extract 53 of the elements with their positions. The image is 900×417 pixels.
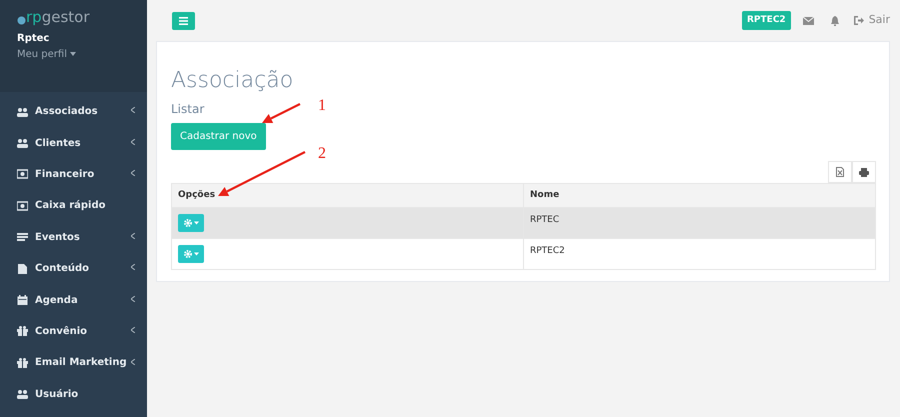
chevron-icon	[131, 170, 135, 176]
sidebar-item[interactable]: Conteúdo	[0, 252, 147, 284]
chevron-icon	[131, 107, 135, 114]
menu-icon	[179, 16, 188, 24]
logo-text: rpgestor	[26, 10, 90, 25]
file-icon	[836, 167, 844, 178]
sidebar-item[interactable]: Convênio	[0, 316, 147, 348]
logout-icon	[854, 16, 864, 25]
printer-icon	[859, 168, 869, 177]
sidebar-item[interactable]: Eventos	[0, 222, 147, 253]
sidebar-item[interactable]: Financeiro	[0, 158, 147, 190]
menu-button[interactable]	[172, 12, 195, 30]
options-dropdown-button[interactable]	[178, 245, 204, 264]
table-cell: RPTEC2	[524, 238, 876, 270]
chevron-icon	[131, 358, 135, 365]
sidebar-item[interactable]: Agenda	[0, 284, 147, 316]
logo-icon	[17, 16, 26, 25]
chevron-icon	[131, 264, 135, 270]
print-button[interactable]	[852, 161, 876, 184]
annotation-label: 1	[318, 97, 326, 114]
file-icon	[17, 264, 28, 274]
money-icon	[17, 169, 28, 180]
annotation-label: 2	[318, 145, 326, 162]
gear-icon	[184, 250, 198, 258]
sidebar-item[interactable]: Email Marketing	[0, 347, 147, 379]
chevron-icon	[131, 233, 135, 240]
money-icon	[17, 200, 28, 211]
user-name: Rptec	[17, 32, 50, 46]
caret-icon	[70, 52, 76, 56]
gear-icon	[184, 219, 198, 228]
users-icon	[17, 106, 28, 117]
column-header: Opções	[172, 184, 524, 208]
profile-link[interactable]: Meu perfil	[17, 49, 76, 60]
chevron-icon	[131, 327, 135, 334]
page-subtitle: Listar	[171, 101, 204, 118]
sidebar-item[interactable]: Associados	[0, 96, 147, 128]
chevron-icon	[131, 296, 135, 302]
page-title: Associação	[171, 68, 294, 94]
calendar-icon	[17, 295, 28, 306]
sidebar-item[interactable]: Caixa rápido	[0, 190, 147, 222]
options-dropdown-button[interactable]	[178, 214, 204, 232]
users-icon	[17, 138, 28, 148]
table-cell: RPTEC	[524, 208, 876, 239]
chevron-icon	[131, 138, 135, 145]
users-icon	[17, 389, 28, 400]
sidebar-item[interactable]: Usuário	[0, 378, 147, 410]
export-excel-button[interactable]	[828, 161, 852, 184]
annotation-arrow	[262, 103, 300, 123]
sidebar-item[interactable]: Clientes	[0, 127, 147, 159]
list-icon	[17, 232, 28, 242]
column-header: Nome	[524, 184, 876, 208]
envelope-icon[interactable]	[802, 16, 814, 24]
bell-icon[interactable]	[830, 16, 840, 26]
